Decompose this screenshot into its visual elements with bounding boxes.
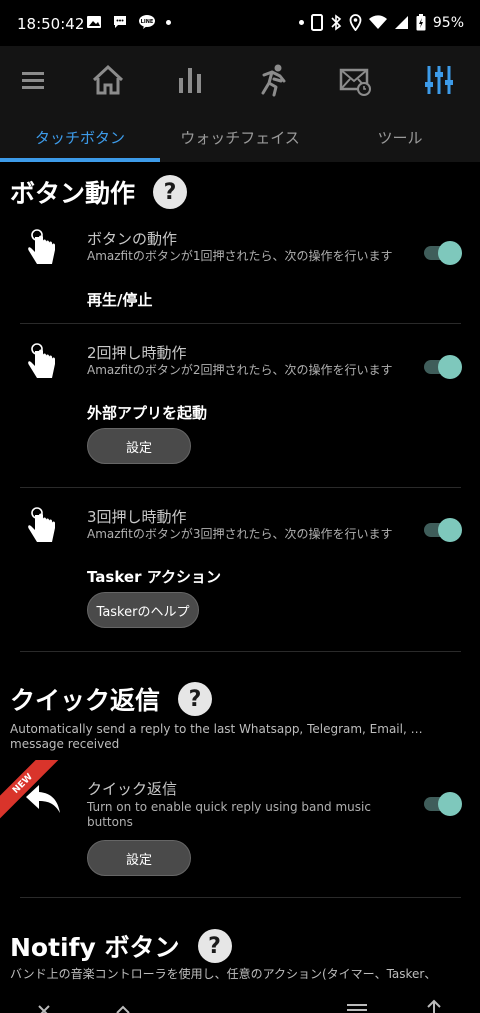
tab-bar: タッチボタン ウォッチフェイス ツール — [0, 112, 480, 162]
settings-button-quick-reply[interactable]: 設定 — [87, 840, 191, 876]
item-title-single-press: ボタンの動作 — [87, 230, 178, 248]
status-time: 18:50:42 — [17, 15, 85, 33]
toggle-double-press[interactable] — [420, 354, 462, 380]
touch-hand-icon — [28, 507, 55, 542]
svg-text:LINE: LINE — [141, 19, 154, 25]
divider — [20, 651, 461, 652]
line-app-icon: LINE — [139, 15, 155, 29]
item-subtitle-quick-reply: Turn on to enable quick reply using band… — [87, 800, 371, 829]
top-navigation — [0, 46, 480, 114]
help-icon[interactable]: ? — [197, 929, 232, 963]
item-subtitle-single-press: Amazfitのボタンが1回押されたら、次の操作を行います — [87, 249, 393, 263]
divider — [20, 323, 461, 324]
reply-icon — [26, 785, 60, 813]
menu-icon[interactable] — [15, 62, 51, 98]
chat-icon — [114, 16, 126, 28]
close-icon[interactable] — [36, 1001, 52, 1013]
battery-icon — [416, 14, 426, 31]
toggle-triple-press[interactable] — [420, 517, 462, 543]
mail-icon[interactable] — [337, 62, 373, 98]
tasker-help-button[interactable]: Taskerのヘルプ — [87, 592, 199, 628]
run-icon[interactable] — [255, 62, 291, 98]
item-title-triple-press: 3回押し時動作 — [87, 508, 187, 526]
item-subtitle-double-press: Amazfitのボタンが2回押されたら、次の操作を行います — [87, 363, 393, 377]
settings-button-double-press[interactable]: 設定 — [87, 428, 191, 464]
tab-watchface[interactable]: ウォッチフェイス — [160, 112, 320, 162]
section-title-button-action: ボタン動作 ? — [10, 174, 188, 210]
notification-dot-right — [298, 20, 304, 25]
section-description-quick-reply: Automatically send a reply to the last W… — [10, 722, 423, 751]
bluetooth-icon — [331, 14, 342, 31]
notification-dot — [166, 19, 171, 25]
touch-hand-icon — [28, 229, 55, 264]
divider — [20, 897, 461, 898]
battery-percent: 95% — [432, 14, 464, 31]
wifi-icon — [368, 15, 387, 29]
arrow-up-icon[interactable] — [426, 999, 442, 1013]
section-title-text: ボタン動作 — [10, 179, 136, 208]
chevron-up-icon[interactable] — [115, 1001, 131, 1013]
status-bar: 18:50:42 LINE 95% — [0, 0, 480, 46]
help-icon[interactable]: ? — [178, 682, 213, 716]
tab-tools[interactable]: ツール — [320, 112, 480, 162]
bottom-navigation-bar — [0, 995, 480, 1013]
section-title-notify-button: Notify ボタン ? — [10, 928, 232, 964]
sliders-icon[interactable] — [421, 62, 457, 98]
home-icon[interactable] — [90, 62, 126, 98]
section-title-quick-reply: クイック返信 ? — [10, 681, 213, 717]
chart-icon[interactable] — [172, 62, 208, 98]
touch-hand-icon — [28, 343, 55, 378]
toggle-quick-reply[interactable] — [420, 791, 462, 817]
item-value-double-press[interactable]: 外部アプリを起動 — [87, 402, 207, 423]
item-subtitle-triple-press: Amazfitのボタンが3回押されたら、次の操作を行います — [87, 527, 393, 541]
item-value-triple-press[interactable]: Tasker アクション — [87, 566, 221, 587]
section-description-notify: バンド上の音楽コントローラを使用し、任意のアクション(タイマー、Tasker、 — [10, 967, 437, 981]
image-icon — [87, 16, 101, 28]
tab-indicator — [0, 158, 160, 162]
item-title-double-press: 2回押し時動作 — [87, 344, 187, 362]
phone-icon — [310, 14, 323, 31]
signal-icon — [394, 16, 408, 29]
item-value-single-press[interactable]: 再生/停止 — [87, 289, 152, 310]
tab-touch-button[interactable]: タッチボタン — [0, 112, 160, 162]
divider — [20, 487, 461, 488]
help-icon[interactable]: ? — [153, 175, 188, 209]
toggle-single-press[interactable] — [420, 240, 462, 266]
section-title-text: Notify ボタン — [10, 933, 180, 962]
section-title-text: クイック返信 — [10, 686, 161, 715]
item-title-quick-reply: クイック返信 — [87, 780, 178, 798]
menu-lines-icon[interactable] — [347, 1001, 367, 1013]
location-icon — [349, 14, 362, 31]
